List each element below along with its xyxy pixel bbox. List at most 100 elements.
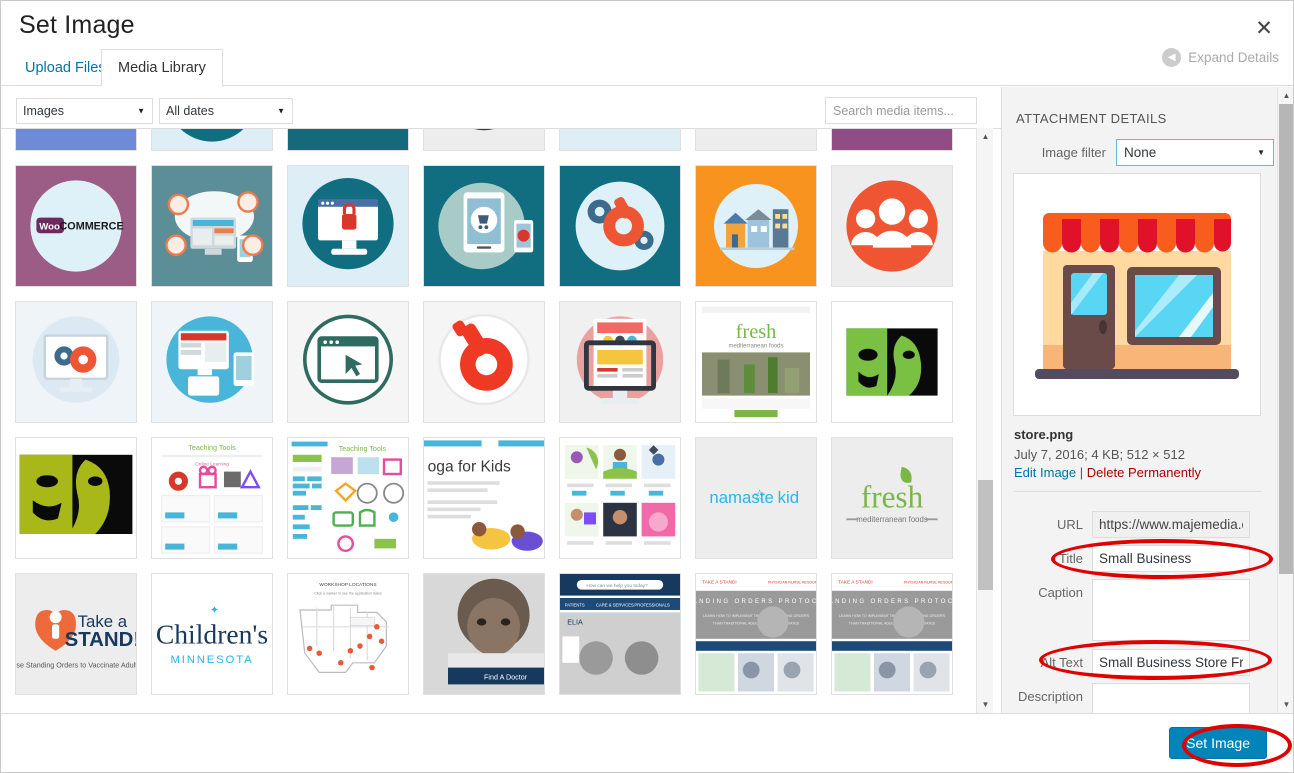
media-item[interactable]: Take a STAND! Use Standing Orders to Vacci… xyxy=(15,573,151,709)
media-item[interactable] xyxy=(695,129,831,165)
responsive-design-devices xyxy=(151,301,273,423)
media-item[interactable]: Woo COMMERCE xyxy=(15,165,151,301)
media-item[interactable]: Teaching Tools xyxy=(287,437,423,573)
caption-textarea[interactable] xyxy=(1092,579,1250,641)
details-divider xyxy=(1014,491,1262,492)
caption-field-row: Caption xyxy=(1002,579,1274,641)
svg-text:Find A Doctor: Find A Doctor xyxy=(484,673,528,682)
svg-text:Take a: Take a xyxy=(78,612,128,631)
svg-text:Children's: Children's xyxy=(156,619,268,650)
scroll-down-icon[interactable]: ▼ xyxy=(977,696,994,713)
actions-separator: | xyxy=(1079,465,1084,480)
media-item[interactable] xyxy=(15,129,151,165)
orange-circle-person xyxy=(559,129,681,151)
us-map-locations: WORKSHOP LOCATIONS Click a marker to see … xyxy=(287,573,409,695)
media-item[interactable] xyxy=(559,165,695,301)
media-item[interactable]: TAKE A STAND! PHYSICIAN NURSE RESOURCES ST… xyxy=(695,573,831,709)
media-item[interactable] xyxy=(831,165,967,301)
alt-text-input[interactable] xyxy=(1092,649,1250,676)
small-business-storefronts xyxy=(695,165,817,287)
attachment-details-panel: ATTACHMENT DETAILS Image filter None ▼ s… xyxy=(1001,87,1293,713)
svg-text:PROFESSIONALS: PROFESSIONALS xyxy=(634,602,670,607)
childrens-minnesota-logo: ✦ Children's MINNESOTA xyxy=(151,573,273,695)
url-input[interactable] xyxy=(1092,511,1250,538)
media-item[interactable] xyxy=(287,165,423,301)
wordpress-logo-gray xyxy=(423,129,545,151)
svg-text:PATIENTS: PATIENTS xyxy=(565,602,585,607)
media-item[interactable] xyxy=(423,129,559,165)
media-item[interactable]: Find A Doctor xyxy=(423,573,559,709)
alt-text-label: Alt Text xyxy=(1040,655,1083,670)
fresh-mediterranean-site: fresh mediterranean foods xyxy=(695,301,817,423)
svg-text:TAKE A STAND!: TAKE A STAND! xyxy=(702,580,737,586)
media-item[interactable] xyxy=(559,129,695,165)
mobile-ecommerce-cart xyxy=(423,165,545,287)
media-type-filter[interactable]: Images ▼ xyxy=(16,98,153,124)
media-item[interactable] xyxy=(559,301,695,437)
scroll-up-icon[interactable]: ▲ xyxy=(977,128,994,145)
image-filter-label: Image filter xyxy=(1041,145,1106,160)
desktop-monitor-teal xyxy=(151,129,273,151)
responsive-devices-dark xyxy=(287,129,409,151)
media-date-filter[interactable]: All dates ▼ xyxy=(159,98,293,124)
title-label: Title xyxy=(1058,551,1083,566)
modal-footer: Set Image xyxy=(1,713,1293,772)
attachment-details-heading: ATTACHMENT DETAILS xyxy=(1016,111,1167,126)
media-item[interactable] xyxy=(15,301,151,437)
media-item[interactable] xyxy=(423,165,559,301)
media-item[interactable]: namaste ☆ kid xyxy=(695,437,831,573)
media-item[interactable] xyxy=(151,129,287,165)
media-item[interactable] xyxy=(559,437,695,573)
teaching-tools-page: Teaching Tools Online Learning xyxy=(151,437,273,559)
media-item[interactable]: oga for Kids xyxy=(423,437,559,573)
svg-text:Teaching Tools: Teaching Tools xyxy=(339,444,387,453)
scrollbar-thumb[interactable] xyxy=(978,480,993,590)
alt-text-field-row: Alt Text xyxy=(1002,649,1274,676)
tab-media-library[interactable]: Media Library xyxy=(101,49,223,87)
media-item[interactable] xyxy=(831,129,967,165)
media-item[interactable]: Teaching Tools Online Learning xyxy=(151,437,287,573)
scroll-down-icon[interactable]: ▼ xyxy=(1278,696,1293,713)
woocommerce-logo: Woo COMMERCE xyxy=(15,165,137,287)
image-filter-select[interactable]: None ▼ xyxy=(1116,139,1274,166)
edit-image-link[interactable]: Edit Image xyxy=(1014,465,1076,480)
attachment-preview xyxy=(1013,173,1261,416)
media-item[interactable] xyxy=(151,165,287,301)
description-textarea[interactable] xyxy=(1092,683,1250,713)
media-item[interactable]: fresh mediterranean foods xyxy=(831,437,967,573)
close-icon[interactable]: ✕ xyxy=(1249,13,1279,43)
media-item[interactable] xyxy=(287,301,423,437)
scrollbar-thumb[interactable] xyxy=(1279,104,1293,574)
media-item[interactable] xyxy=(423,301,559,437)
child-find-a-doctor: Find A Doctor xyxy=(423,573,545,695)
media-item[interactable] xyxy=(695,165,831,301)
title-input[interactable] xyxy=(1092,545,1250,572)
delete-permanently-link[interactable]: Delete Permanently xyxy=(1087,465,1201,480)
media-item[interactable] xyxy=(287,129,423,165)
media-item[interactable] xyxy=(831,301,967,437)
svg-text:How can we help you today?: How can we help you today? xyxy=(586,583,648,589)
children-search-site: How can we help you today? PATIENTS CARE &… xyxy=(559,573,681,695)
set-image-button[interactable]: Set Image xyxy=(1169,727,1267,759)
gears-wrench-maintenance xyxy=(559,165,681,287)
svg-text:fresh: fresh xyxy=(736,321,777,343)
details-scrollbar[interactable]: ▲ ▼ xyxy=(1277,87,1293,713)
scroll-up-icon[interactable]: ▲ xyxy=(1278,87,1293,104)
media-grid-scrollbar[interactable]: ▲ ▼ xyxy=(976,128,993,713)
media-item[interactable]: TAKE A STAND! PHYSICIAN NURSE RESOURCES ST… xyxy=(831,573,967,709)
search-input[interactable] xyxy=(825,97,977,124)
media-item[interactable]: ✦ Children's MINNESOTA xyxy=(151,573,287,709)
media-item[interactable]: fresh mediterranean foods xyxy=(695,301,831,437)
svg-text:Woo: Woo xyxy=(39,222,60,233)
purple-circle-graphic xyxy=(831,129,953,151)
media-item[interactable]: WORKSHOP LOCATIONS Click a marker to see … xyxy=(287,573,423,709)
olive-portrait-poster xyxy=(15,437,137,559)
image-filter-row: Image filter None ▼ xyxy=(1002,139,1274,166)
media-item[interactable] xyxy=(15,437,151,573)
media-item[interactable] xyxy=(151,301,287,437)
svg-text:Teaching Tools: Teaching Tools xyxy=(188,443,236,452)
media-type-filter-value: Images xyxy=(23,104,64,118)
set-image-modal: Set Image ✕ ◀ Expand Details Upload File… xyxy=(0,0,1294,773)
url-field-row: URL xyxy=(1002,511,1274,538)
media-item[interactable]: How can we help you today? PATIENTS CARE &… xyxy=(559,573,695,709)
